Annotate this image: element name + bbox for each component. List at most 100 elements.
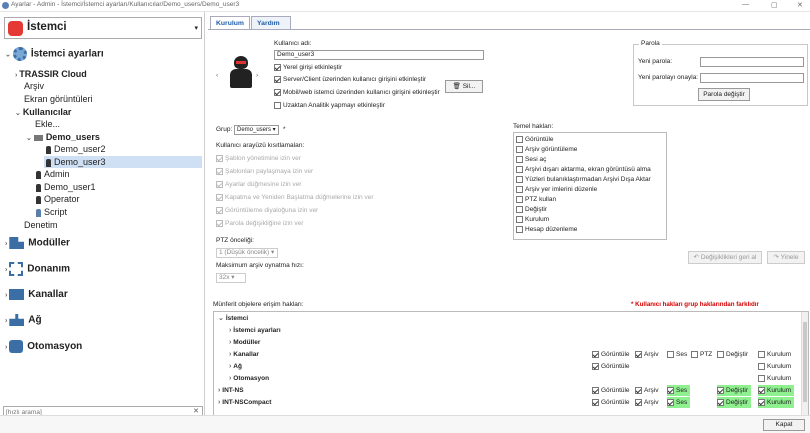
sidebar-item-denetim[interactable]: Denetim: [24, 219, 58, 231]
prev-avatar-icon[interactable]: ‹: [216, 72, 218, 79]
sidebar-item-script[interactable]: Script: [36, 206, 67, 218]
cell-arsiv[interactable]: Arşiv: [635, 349, 658, 360]
checkbox[interactable]: [516, 185, 523, 193]
sidebar-item-kullanicilar[interactable]: ⌄ Kullanıcılar: [15, 106, 71, 118]
checkbox[interactable]: [216, 167, 223, 175]
checkbox[interactable]: [667, 386, 674, 394]
checkbox[interactable]: [667, 350, 674, 358]
tree-row-moduller[interactable]: › Modüller: [229, 337, 810, 348]
opt-remote-analytics[interactable]: Uzaktan Analitik yapmayı etkinleştir: [274, 101, 385, 110]
revert-button[interactable]: ↶ Değişiklikleri geri al: [688, 251, 762, 264]
checkbox[interactable]: [274, 63, 281, 71]
cell-goruntule[interactable]: Görüntüle: [592, 349, 630, 360]
checkbox[interactable]: [516, 165, 523, 173]
close-icon[interactable]: ✕: [797, 1, 803, 9]
limit-item[interactable]: Şablonları paylaşmaya izin ver: [216, 167, 313, 176]
checkbox[interactable]: [516, 145, 523, 153]
basic-right-item[interactable]: Yüzleri bulanıklaştırmadan Arşivi Dışa A…: [516, 175, 651, 184]
checkbox[interactable]: [592, 386, 599, 394]
tree-row-ag[interactable]: › Ağ Görüntüle Kurulum: [229, 361, 807, 372]
confirm-password-input[interactable]: [700, 73, 804, 83]
sidebar-item-ekran[interactable]: Ekran görüntüleri: [24, 93, 93, 105]
checkbox[interactable]: [274, 88, 281, 96]
limit-item[interactable]: Parola değişikliğine izin ver: [216, 219, 303, 228]
username-input[interactable]: Demo_user3: [274, 50, 484, 60]
clear-search-icon[interactable]: ✕: [193, 407, 199, 415]
cell-degistir[interactable]: Değiştir: [717, 349, 748, 360]
checkbox[interactable]: [635, 398, 642, 406]
sidebar-item-admin[interactable]: Admin: [36, 168, 70, 180]
basic-right-item[interactable]: PTZ kullan: [516, 195, 556, 204]
checkbox[interactable]: [216, 154, 223, 162]
group-select[interactable]: Demo_users ▾: [234, 125, 279, 135]
basic-right-item[interactable]: Değiştir: [516, 205, 547, 214]
cell-arsiv[interactable]: Arşiv: [635, 397, 658, 408]
basic-right-item[interactable]: Sesi aç: [516, 155, 546, 164]
checkbox[interactable]: [274, 75, 281, 83]
cell-ses-highlighted[interactable]: Ses: [667, 397, 691, 408]
checkbox[interactable]: [516, 195, 523, 203]
ptz-select[interactable]: 1 (Düşük öncelik) ▾: [216, 248, 278, 258]
sidebar-item-trassir-cloud[interactable]: › TRASSIR Cloud: [15, 68, 87, 80]
opt-mobile-login[interactable]: Mobil/web istemci üzerinden kullanıcı gi…: [274, 88, 440, 97]
next-avatar-icon[interactable]: ›: [256, 72, 258, 79]
checkbox[interactable]: [516, 205, 523, 213]
checkbox[interactable]: [274, 101, 281, 109]
cell-arsiv[interactable]: Arşiv: [635, 385, 658, 396]
checkbox[interactable]: [592, 362, 599, 370]
cell-degistir-highlighted[interactable]: Değiştir: [717, 385, 752, 396]
sidebar-item-kanallar[interactable]: › Kanallar: [5, 289, 68, 301]
cell-kurulum[interactable]: Kurulum: [758, 361, 791, 372]
sidebar-item-demo-users[interactable]: ⌄ Demo_users: [26, 131, 100, 143]
sidebar-item-ag[interactable]: › Ağ: [5, 314, 42, 326]
checkbox[interactable]: [635, 386, 642, 394]
tree-row-int-ns[interactable]: › INT-NS Görüntüle Arşiv Ses Değiştir Ku…: [218, 385, 806, 396]
checkbox[interactable]: [516, 135, 523, 143]
sidebar-item-otomasyon[interactable]: › Otomasyon: [5, 340, 82, 353]
cell-kurulum-highlighted[interactable]: Kurulum: [758, 397, 795, 408]
checkbox[interactable]: [758, 362, 765, 370]
cell-goruntule[interactable]: Görüntüle: [592, 361, 630, 372]
checkbox[interactable]: [216, 193, 223, 201]
sidebar-item-ekle[interactable]: Ekle...: [35, 118, 60, 130]
tree-scrollbar[interactable]: [801, 312, 808, 415]
checkbox[interactable]: [758, 398, 765, 406]
checkbox[interactable]: [758, 374, 765, 382]
checkbox[interactable]: [516, 175, 523, 183]
sidebar-item-istemci-ayarlari[interactable]: ⌄ İstemci ayarları: [5, 47, 104, 61]
new-password-input[interactable]: [700, 57, 804, 67]
sidebar-item-operator[interactable]: Operator: [36, 193, 80, 205]
change-password-button[interactable]: Parola değiştir: [698, 88, 750, 101]
limit-item[interactable]: Şablon yönetimine izin ver: [216, 154, 301, 163]
close-button[interactable]: Kapat: [763, 419, 805, 431]
sidebar-item-demo-user2[interactable]: Demo_user2: [46, 143, 106, 155]
cell-kurulum-highlighted[interactable]: Kurulum: [758, 385, 795, 396]
limit-item[interactable]: Kapatma ve Yeniden Başlatma düğmelerine …: [216, 193, 374, 202]
tab-kurulum[interactable]: Kurulum: [210, 16, 250, 30]
cell-ses[interactable]: Ses: [667, 349, 687, 360]
cell-goruntule[interactable]: Görüntüle: [592, 385, 630, 396]
sidebar-item-arsiv[interactable]: Arşiv: [24, 80, 44, 92]
delete-button[interactable]: 🗑 Sil...: [445, 80, 483, 93]
checkbox[interactable]: [216, 219, 223, 227]
scrollbar-thumb[interactable]: [803, 322, 807, 402]
tree-row-otomasyon[interactable]: › Otomasyon Kurulum: [229, 373, 807, 384]
checkbox[interactable]: [516, 225, 523, 233]
sidebar-item-demo-user1[interactable]: Demo_user1: [36, 181, 96, 193]
basic-right-item[interactable]: Hesap düzenleme: [516, 225, 577, 234]
sidebar-header-dropdown[interactable]: İstemci ▾: [4, 17, 202, 39]
checkbox[interactable]: [691, 350, 698, 358]
basic-right-item[interactable]: Arşiv görüntüleme: [516, 145, 577, 154]
checkbox[interactable]: [717, 398, 724, 406]
tree-row-istemci-ayarlari[interactable]: › İstemci ayarları: [229, 325, 810, 336]
cell-ses-highlighted[interactable]: Ses: [667, 385, 691, 396]
tree-row-kanallar[interactable]: › Kanallar Görüntüle Arşiv Ses PTZ Değiş…: [229, 349, 807, 360]
sidebar-item-demo-user3[interactable]: Demo_user3: [44, 156, 202, 168]
cell-kurulum[interactable]: Kurulum: [758, 349, 791, 360]
opt-local-login[interactable]: Yerel girişi etkinleştir: [274, 63, 342, 72]
archive-speed-select[interactable]: 32x ▾: [216, 273, 246, 283]
maximize-icon[interactable]: ▢: [771, 1, 778, 9]
sidebar-item-donanim[interactable]: › Donanım: [5, 262, 70, 276]
checkbox[interactable]: [758, 386, 765, 394]
limit-item[interactable]: Görüntüleme diyaloğuna izin ver: [216, 206, 318, 215]
